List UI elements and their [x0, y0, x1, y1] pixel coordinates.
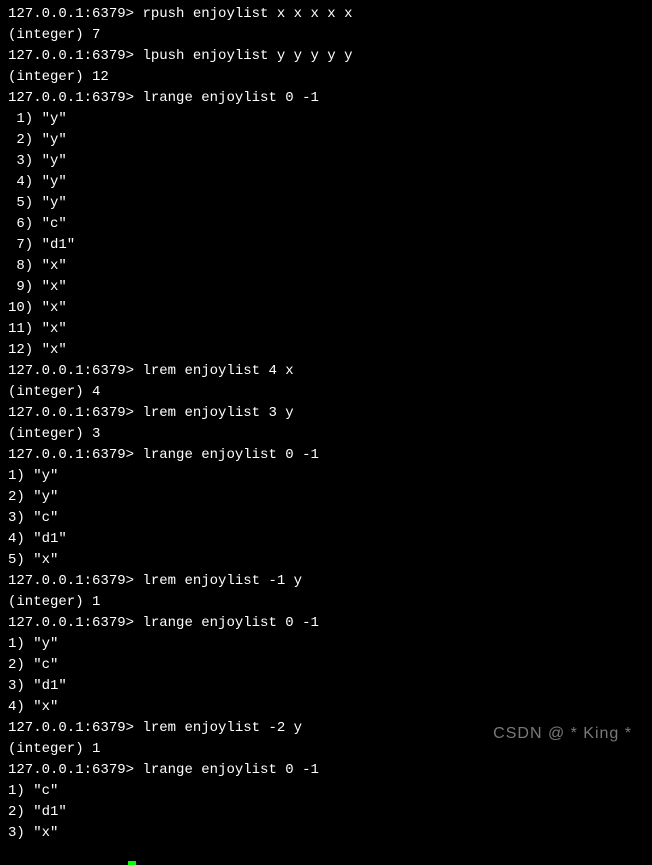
list-item: 3) "d1" [8, 676, 644, 697]
list-item: 4) "d1" [8, 529, 644, 550]
cmd-line: 127.0.0.1:6379> lrange enjoylist 0 -1 [8, 760, 644, 781]
list-item: 2) "d1" [8, 802, 644, 823]
list-item: 3) "x" [8, 823, 644, 844]
list-item: 1) "y" [8, 634, 644, 655]
list-item: 9) "x" [8, 277, 644, 298]
list-item: 1) "y" [8, 109, 644, 130]
result-line: (integer) 1 [8, 592, 644, 613]
list-item: 7) "d1" [8, 235, 644, 256]
result-line: (integer) 12 [8, 67, 644, 88]
list-item: 8) "x" [8, 256, 644, 277]
cmd-line: 127.0.0.1:6379> lpush enjoylist y y y y … [8, 46, 644, 67]
cmd-line: 127.0.0.1:6379> lrem enjoylist 3 y [8, 403, 644, 424]
list-item: 10) "x" [8, 298, 644, 319]
result-line: (integer) 3 [8, 424, 644, 445]
cmd-line: 127.0.0.1:6379> lrange enjoylist 0 -1 [8, 445, 644, 466]
list-item: 1) "c" [8, 781, 644, 802]
list-item: 1) "y" [8, 466, 644, 487]
list-item: 5) "x" [8, 550, 644, 571]
list-item: 2) "c" [8, 655, 644, 676]
cursor-icon [128, 861, 136, 865]
list-item: 2) "y" [8, 130, 644, 151]
cursor-line [8, 844, 644, 865]
list-item: 3) "y" [8, 151, 644, 172]
list-item: 3) "c" [8, 508, 644, 529]
list-item: 4) "x" [8, 697, 644, 718]
cmd-line: 127.0.0.1:6379> lrem enjoylist -1 y [8, 571, 644, 592]
cmd-line: 127.0.0.1:6379> lrange enjoylist 0 -1 [8, 613, 644, 634]
list-item: 4) "y" [8, 172, 644, 193]
list-item: 2) "y" [8, 487, 644, 508]
watermark: CSDN @ * King * [493, 722, 632, 746]
list-item: 12) "x" [8, 340, 644, 361]
cmd-line: 127.0.0.1:6379> lrem enjoylist 4 x [8, 361, 644, 382]
result-line: (integer) 4 [8, 382, 644, 403]
cmd-line: 127.0.0.1:6379> lrange enjoylist 0 -1 [8, 88, 644, 109]
result-line: (integer) 7 [8, 25, 644, 46]
list-item: 6) "c" [8, 214, 644, 235]
list-item: 11) "x" [8, 319, 644, 340]
list-item: 5) "y" [8, 193, 644, 214]
cmd-line: 127.0.0.1:6379> rpush enjoylist x x x x … [8, 4, 644, 25]
